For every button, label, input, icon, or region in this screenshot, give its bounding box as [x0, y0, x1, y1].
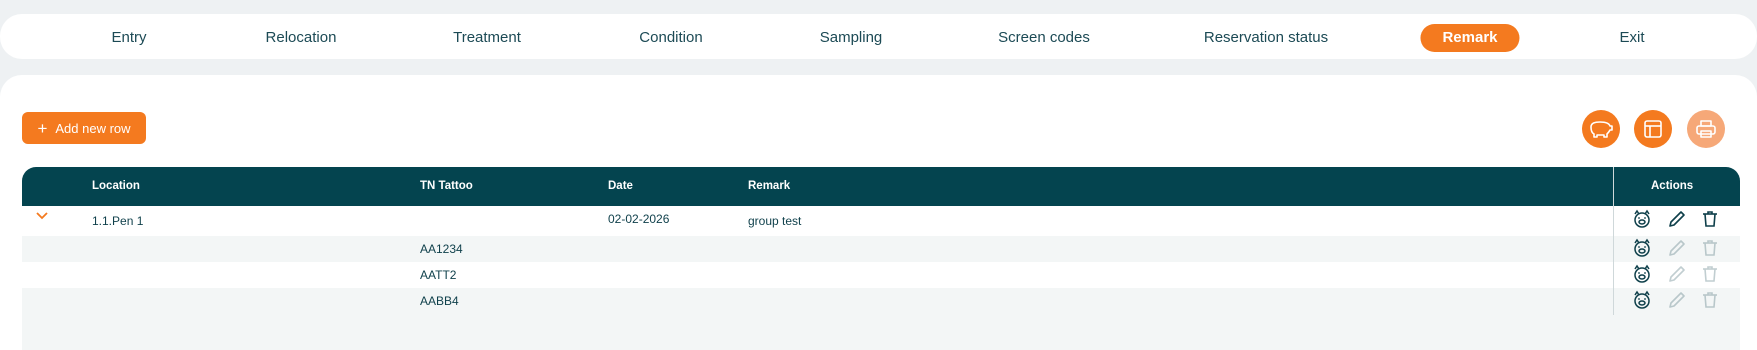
tab-exit[interactable]: Exit: [1619, 24, 1644, 52]
table-empty-area: [22, 314, 1740, 350]
delete-icon[interactable]: [1700, 209, 1720, 229]
tab-screen-codes[interactable]: Screen codes: [998, 24, 1090, 52]
delete-icon: [1703, 292, 1717, 308]
edit-icon: [1669, 292, 1685, 308]
pig-icon: [1590, 121, 1613, 138]
add-new-row-button[interactable]: + Add new row: [22, 112, 146, 144]
print-icon: [1696, 120, 1716, 138]
tab-sampling[interactable]: Sampling: [820, 24, 883, 52]
tab-remark[interactable]: Remark: [1420, 24, 1520, 52]
tab-reservation-status[interactable]: Reservation status: [1204, 24, 1328, 52]
table-layout-icon: [1644, 120, 1662, 138]
column-actions: Actions: [1651, 180, 1694, 192]
table-row[interactable]: [22, 288, 1740, 314]
group-date: 02-02-2026: [608, 212, 670, 226]
chevron-down-icon[interactable]: [36, 212, 48, 220]
delete-icon: [1703, 266, 1717, 282]
table-layout-button[interactable]: [1634, 110, 1672, 148]
add-new-row-label: Add new row: [55, 120, 131, 136]
plus-icon: +: [37, 118, 48, 138]
child-tattoo: AA1234: [420, 242, 463, 256]
group-location: 1.1.Pen 1: [92, 214, 144, 228]
child-tattoo: AABB4: [420, 294, 459, 308]
top-nav: Entry Relocation Treatment Condition Sam…: [0, 14, 1757, 59]
table-row-group[interactable]: [22, 206, 1740, 236]
group-remark: group test: [748, 214, 802, 228]
pig-face-icon[interactable]: [1632, 238, 1652, 258]
table-row[interactable]: [22, 236, 1740, 262]
pig-face-icon[interactable]: [1632, 264, 1652, 284]
print-button[interactable]: [1687, 110, 1725, 148]
column-location[interactable]: Location: [92, 167, 140, 206]
table-header: Location TN Tattoo Date Remark Actions: [22, 167, 1740, 206]
table-row[interactable]: [22, 262, 1740, 288]
tab-entry[interactable]: Entry: [111, 24, 146, 52]
column-date[interactable]: Date: [608, 167, 633, 206]
actions-divider: [1613, 167, 1614, 315]
column-remark[interactable]: Remark: [748, 167, 790, 206]
delete-icon: [1703, 240, 1717, 256]
column-tn-tattoo[interactable]: TN Tattoo: [420, 167, 473, 206]
pig-face-icon[interactable]: [1632, 290, 1652, 310]
tab-relocation[interactable]: Relocation: [266, 24, 337, 52]
child-tattoo: AATT2: [420, 268, 457, 282]
pig-face-icon[interactable]: [1632, 209, 1652, 229]
edit-icon: [1669, 266, 1685, 282]
tab-treatment[interactable]: Treatment: [453, 24, 521, 52]
tab-condition[interactable]: Condition: [639, 24, 702, 52]
edit-icon[interactable]: [1667, 209, 1687, 229]
edit-icon: [1669, 240, 1685, 256]
pig-button[interactable]: [1582, 110, 1620, 148]
